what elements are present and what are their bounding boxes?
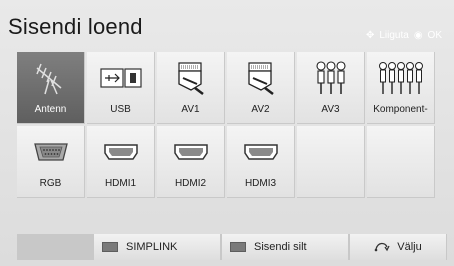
scart-icon bbox=[157, 60, 224, 96]
return-arrow-icon bbox=[374, 240, 390, 255]
hdmi-port-icon bbox=[157, 134, 224, 170]
input-tile-label: HDMI3 bbox=[244, 178, 277, 189]
input-label-label: Sisendi silt bbox=[254, 241, 307, 253]
input-label-button[interactable]: Sisendi silt bbox=[222, 234, 348, 260]
input-tile-antenn[interactable]: Antenn bbox=[17, 52, 85, 124]
input-tile-usb[interactable]: USB bbox=[87, 52, 155, 124]
input-tile-empty bbox=[297, 126, 365, 198]
hdmi-port-icon bbox=[227, 134, 294, 170]
input-list-panel: Sisendi loend ✥ Liiguta ◉ OK Antenn USB … bbox=[0, 0, 454, 266]
input-tile-komponent[interactable]: Komponent- bbox=[367, 52, 435, 124]
exit-label: Välju bbox=[397, 241, 422, 253]
input-tile-label: RGB bbox=[39, 178, 62, 189]
input-tile-label: AV3 bbox=[321, 104, 340, 115]
input-tile-av3[interactable]: AV3 bbox=[297, 52, 365, 124]
simplink-label: SIMPLINK bbox=[126, 241, 178, 253]
simplink-button[interactable]: SIMPLINK bbox=[94, 234, 220, 260]
input-tile-empty bbox=[367, 126, 435, 198]
antenna-icon bbox=[17, 60, 84, 96]
input-tile-av2[interactable]: AV2 bbox=[227, 52, 295, 124]
input-tile-label: AV2 bbox=[251, 104, 270, 115]
vga-port-icon bbox=[17, 134, 84, 170]
color-key-swatch bbox=[102, 242, 118, 252]
input-grid: Antenn USB AV1 AV2 AV3 Komponent- RGB HD… bbox=[17, 52, 447, 204]
hint-ok-label: OK bbox=[427, 30, 442, 41]
exit-button[interactable]: Välju bbox=[350, 234, 446, 260]
input-tile-label: USB bbox=[110, 104, 131, 115]
input-tile-label: HDMI1 bbox=[104, 178, 137, 189]
component-connector-icon bbox=[367, 60, 434, 96]
page-title: Sisendi loend bbox=[8, 14, 143, 39]
input-tile-label: Komponent- bbox=[373, 104, 428, 115]
navigation-hint: ✥ Liiguta ◉ OK bbox=[366, 30, 442, 41]
input-tile-label: AV1 bbox=[181, 104, 200, 115]
scart-icon bbox=[227, 60, 294, 96]
input-tile-av1[interactable]: AV1 bbox=[157, 52, 225, 124]
input-tile-hdmi3[interactable]: HDMI3 bbox=[227, 126, 295, 198]
rca-connector-icon bbox=[297, 60, 364, 96]
input-tile-label: Antenn bbox=[34, 104, 67, 115]
input-tile-hdmi2[interactable]: HDMI2 bbox=[157, 126, 225, 198]
hint-move-label: Liiguta bbox=[379, 30, 409, 41]
usb-icon bbox=[87, 60, 154, 96]
hdmi-port-icon bbox=[87, 134, 154, 170]
input-tile-rgb[interactable]: RGB bbox=[17, 126, 85, 198]
input-tile-label: HDMI2 bbox=[174, 178, 207, 189]
input-tile-hdmi1[interactable]: HDMI1 bbox=[87, 126, 155, 198]
ok-circle-icon: ◉ bbox=[413, 30, 423, 41]
move-arrows-icon: ✥ bbox=[365, 30, 375, 41]
color-key-swatch bbox=[230, 242, 246, 252]
